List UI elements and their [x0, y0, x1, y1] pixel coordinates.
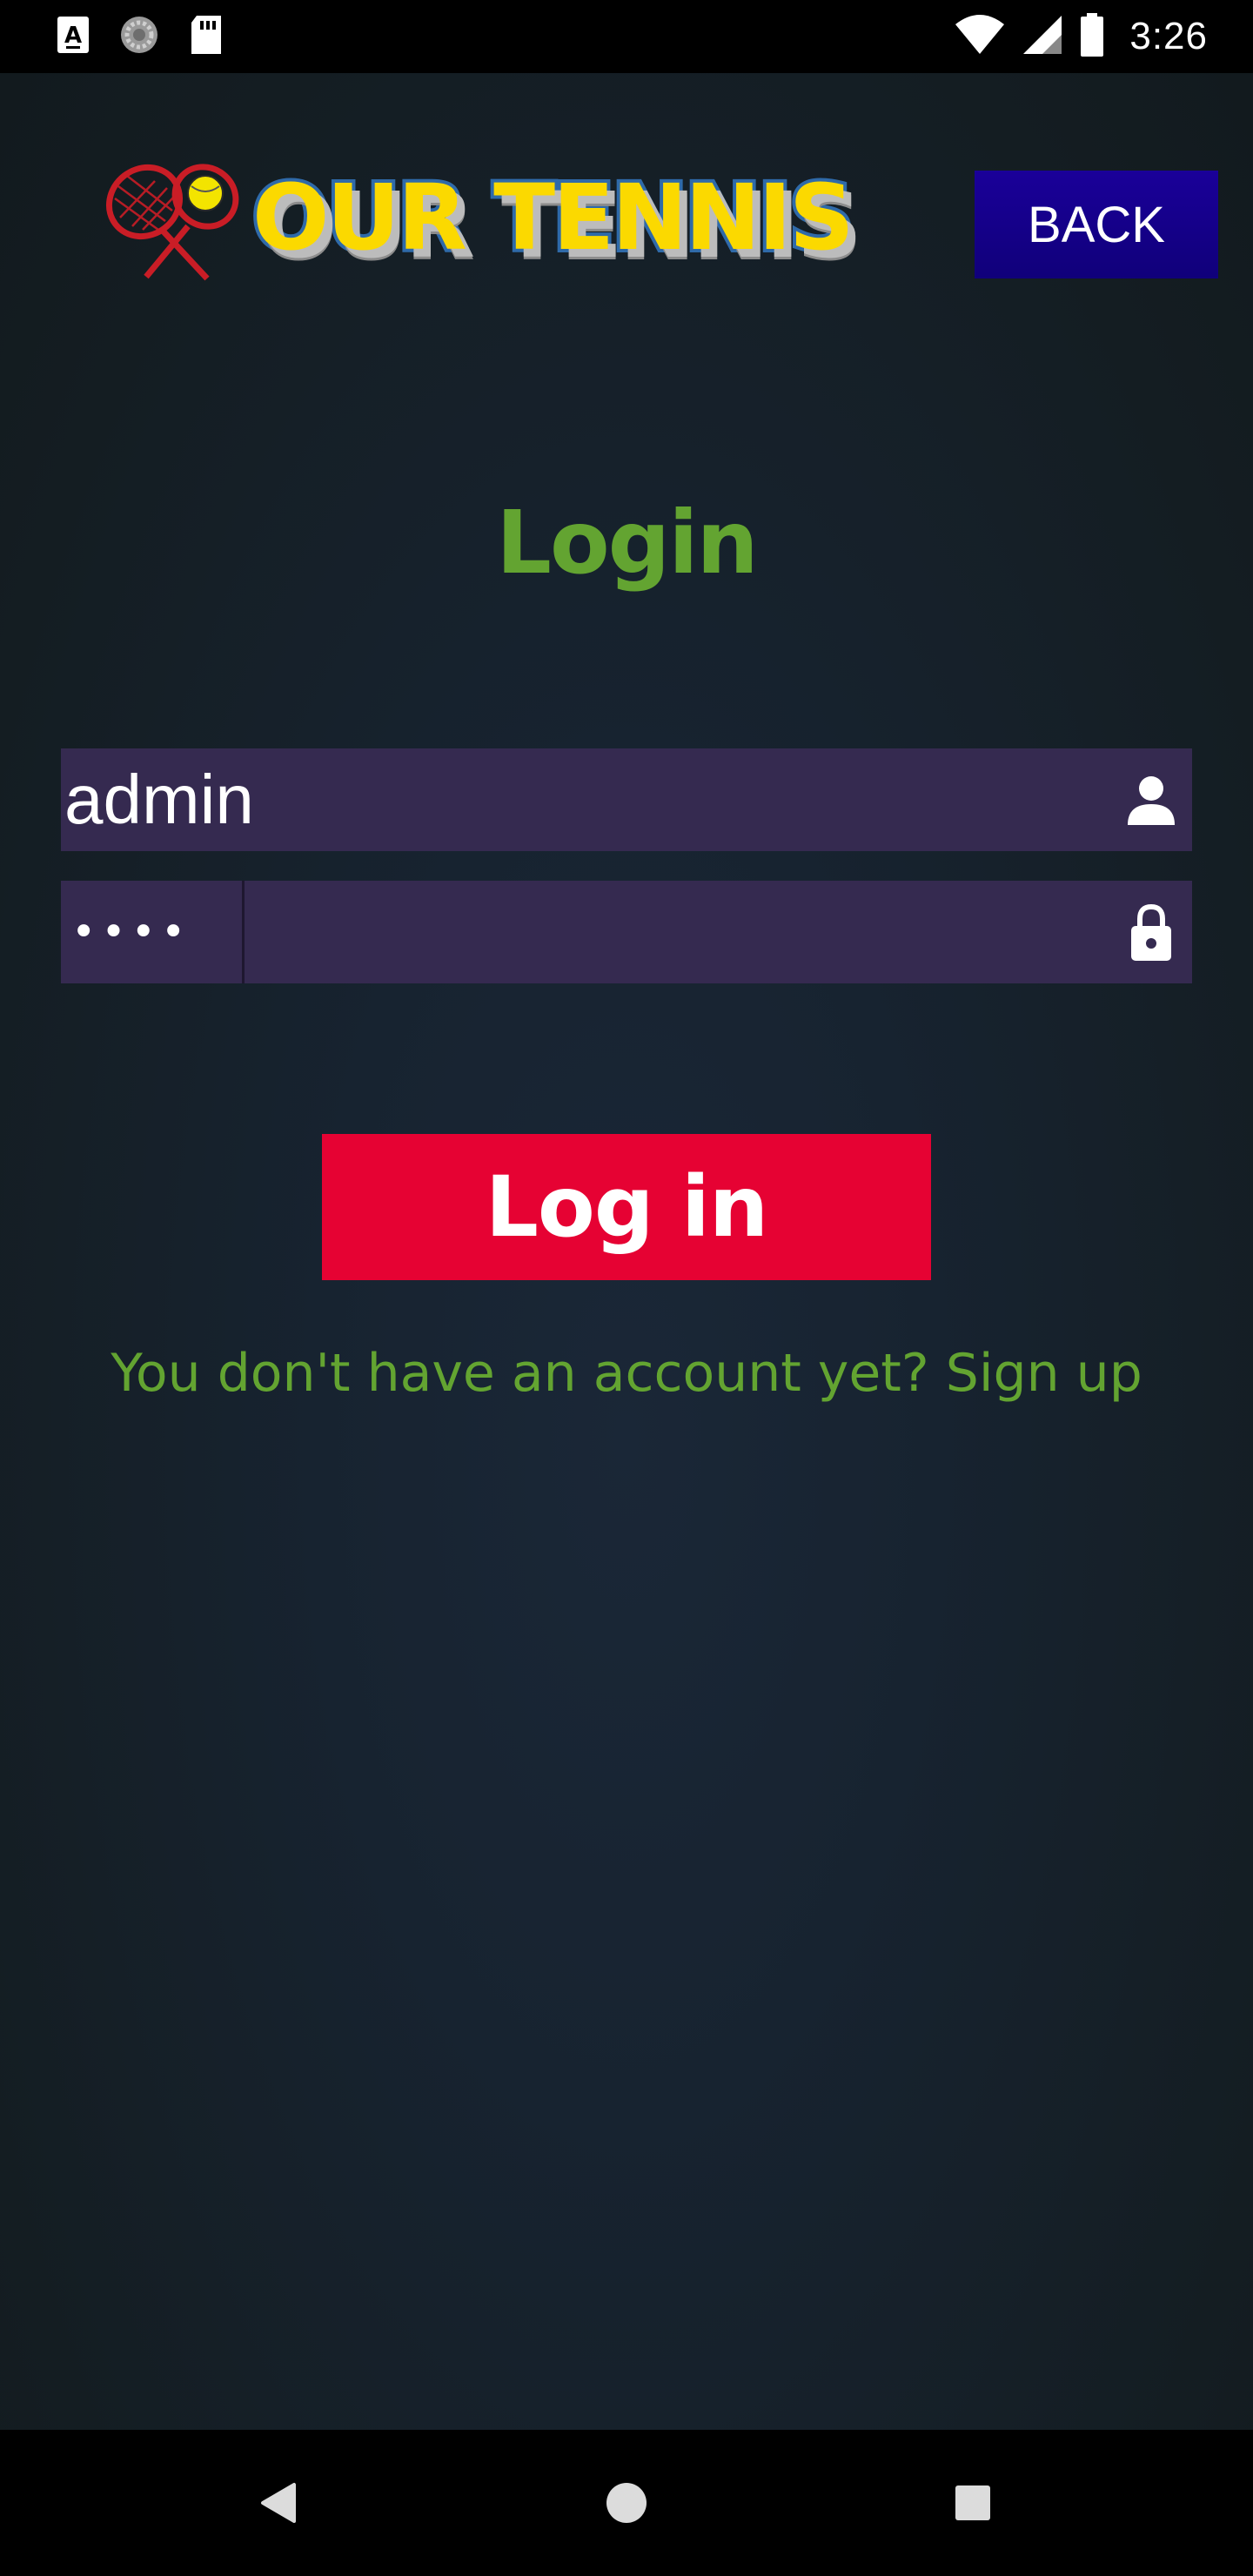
password-field[interactable]: •••• — [61, 881, 1192, 983]
status-bar-right: 3:26 — [954, 12, 1208, 61]
app-screen: OUR TENNIS BACK Login admin •••• Log in … — [0, 73, 1253, 2430]
logo-wordmark: OUR TENNIS — [249, 162, 858, 273]
loading-circle-icon — [118, 14, 160, 59]
status-bar-left: A — [56, 16, 224, 57]
page-title: Login — [496, 492, 758, 594]
back-button[interactable]: BACK — [975, 171, 1218, 278]
wifi-icon — [954, 14, 1006, 59]
clock: 3:26 — [1129, 15, 1208, 57]
font-a-icon: A — [56, 15, 90, 58]
battery-icon — [1079, 12, 1105, 61]
sd-card-icon — [188, 14, 224, 59]
signal-icon — [1022, 14, 1063, 59]
person-icon — [1121, 769, 1182, 830]
status-bar: A 3:26 — [0, 0, 1253, 73]
tennis-rackets-icon — [94, 160, 251, 285]
password-value[interactable]: •••• — [71, 881, 191, 983]
back-triangle-icon[interactable] — [247, 2472, 310, 2534]
login-button[interactable]: Log in — [322, 1134, 931, 1280]
recents-square-icon[interactable] — [941, 2472, 1004, 2534]
username-field[interactable]: admin — [61, 748, 1192, 851]
navigation-bar — [0, 2430, 1253, 2576]
username-value[interactable]: admin — [64, 748, 254, 851]
home-circle-icon[interactable] — [595, 2472, 658, 2534]
text-cursor — [242, 881, 245, 983]
svg-text:A: A — [64, 23, 82, 49]
lock-icon — [1121, 902, 1182, 963]
signup-link[interactable]: You don't have an account yet? Sign up — [0, 1338, 1253, 1408]
app-logo: OUR TENNIS — [94, 160, 860, 282]
